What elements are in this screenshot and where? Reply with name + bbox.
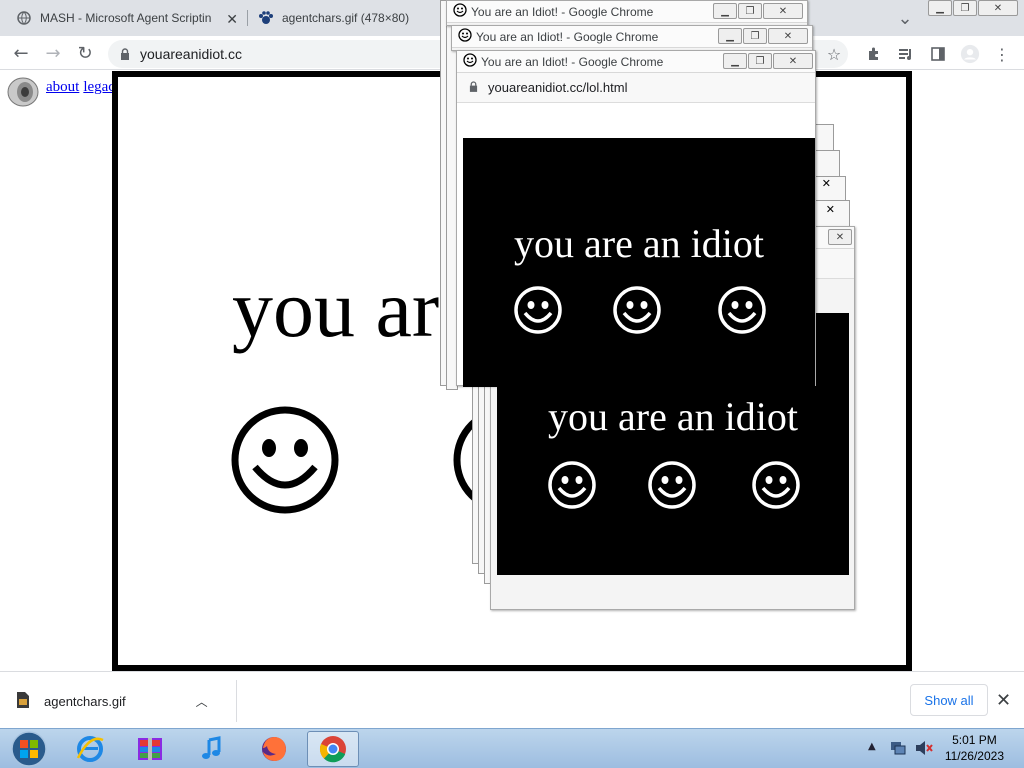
chrome-taskbar-button[interactable] xyxy=(307,731,359,767)
close-icon[interactable]: ✕ xyxy=(773,53,813,69)
minimize-icon[interactable]: ▁ xyxy=(723,53,747,69)
show-hidden-icons-icon[interactable]: ▲ xyxy=(868,741,876,752)
popup-address-bar[interactable]: youareanidiot.cc/lol.html xyxy=(457,73,815,103)
gif-file-icon xyxy=(16,691,30,712)
close-icon[interactable]: ✕ xyxy=(822,177,831,190)
idiot-popup-window: You are an Idiot! - Google Chrome ▁ ❐ ✕ xyxy=(451,25,813,51)
tab-title: MASH - Microsoft Agent Scriptin xyxy=(40,11,212,25)
popup-title: You are an Idiot! - Google Chrome xyxy=(476,29,659,44)
close-download-bar-icon[interactable]: ✕ xyxy=(996,690,1011,711)
volume-muted-icon[interactable] xyxy=(914,739,934,761)
side-panel-icon[interactable] xyxy=(928,44,948,64)
lock-icon xyxy=(469,80,478,95)
smiley-icon xyxy=(231,406,339,514)
clock-date: 11/26/2023 xyxy=(944,749,1004,763)
smiley-icon xyxy=(548,461,596,509)
speaker-icon[interactable] xyxy=(6,76,40,108)
forward-arrow-icon[interactable]: → xyxy=(41,41,65,65)
popup-controls: ▁ ❐ ✕ xyxy=(713,3,803,19)
close-window-icon[interactable]: ✕ xyxy=(978,0,1018,16)
popup-controls: ✕ xyxy=(828,229,852,245)
bookmark-star-icon[interactable]: ☆ xyxy=(824,44,844,64)
tab-agentchars[interactable]: agentchars.gif (478×80) xyxy=(242,0,442,36)
tab-search-chevron-icon[interactable]: ⌄ xyxy=(893,6,917,30)
taskbar: ▲ 5:01 PM 11/26/2023 xyxy=(0,728,1024,768)
system-clock[interactable]: 5:01 PM 11/26/2023 xyxy=(945,732,1004,764)
close-tab-icon[interactable]: ✕ xyxy=(226,11,238,28)
close-icon[interactable]: ✕ xyxy=(826,203,835,216)
clock-time: 5:01 PM xyxy=(952,733,997,747)
popup-title: You are an Idiot! - Google Chrome xyxy=(481,54,664,69)
idiot-popup-window-front: You are an Idiot! - Google Chrome ▁ ❐ ✕ … xyxy=(456,50,816,387)
about-link[interactable]: about xyxy=(46,79,79,95)
idiot-panel: you are an idiot xyxy=(463,138,815,387)
start-button-icon[interactable] xyxy=(2,731,56,767)
tab-mash[interactable]: MASH - Microsoft Agent Scriptin ✕ xyxy=(0,0,246,36)
paw-icon xyxy=(258,10,274,26)
extensions-puzzle-icon[interactable] xyxy=(864,44,884,64)
reload-icon[interactable]: ↻ xyxy=(73,41,97,65)
network-icon[interactable] xyxy=(889,739,907,761)
media-queue-icon[interactable] xyxy=(896,44,916,64)
panel-idiot-text: you are an idiot xyxy=(548,394,798,439)
smiley-favicon-icon xyxy=(463,53,477,70)
kebab-menu-icon[interactable]: ⋮ xyxy=(992,44,1012,64)
download-filename: agentchars.gif xyxy=(44,693,126,709)
archive-app-icon[interactable] xyxy=(124,731,176,767)
close-icon[interactable]: ✕ xyxy=(763,3,803,19)
smiley-icon xyxy=(648,461,696,509)
restore-icon[interactable]: ❐ xyxy=(748,53,772,69)
show-all-button[interactable]: Show all xyxy=(910,684,988,716)
download-separator xyxy=(236,680,237,722)
download-bar: agentchars.gif ︿ Show all ✕ xyxy=(0,671,1024,728)
minimize-icon[interactable]: ▁ xyxy=(713,3,737,19)
lock-icon xyxy=(120,45,130,64)
close-icon[interactable]: ✕ xyxy=(768,28,808,44)
globe-icon xyxy=(16,10,32,26)
internet-explorer-icon[interactable] xyxy=(64,731,116,767)
address-url: youareanidiot.cc xyxy=(140,46,242,62)
smiley-favicon-icon xyxy=(453,3,467,20)
smiley-icon xyxy=(613,286,661,334)
back-arrow-icon[interactable]: ← xyxy=(9,41,33,65)
panel-idiot-text: you are an idiot xyxy=(514,221,764,266)
tab-title: agentchars.gif (478×80) xyxy=(282,11,410,25)
smiley-icon xyxy=(718,286,766,334)
minimize-icon[interactable]: ▁ xyxy=(718,28,742,44)
minimize-icon[interactable]: ▁ xyxy=(928,0,952,16)
close-icon[interactable]: ✕ xyxy=(828,229,852,245)
chrome-icon xyxy=(319,736,346,763)
restore-icon[interactable]: ❐ xyxy=(743,28,767,44)
restore-icon[interactable]: ❐ xyxy=(953,0,977,16)
firefox-icon[interactable] xyxy=(248,731,300,767)
smiley-icon xyxy=(514,286,562,334)
main-window-controls: ▁ ❐ ✕ xyxy=(928,0,1018,16)
download-item[interactable]: agentchars.gif ︿ xyxy=(16,686,208,716)
itunes-music-icon[interactable] xyxy=(186,731,238,767)
chevron-up-icon[interactable]: ︿ xyxy=(196,693,208,710)
popup-url: youareanidiot.cc/lol.html xyxy=(488,80,628,95)
restore-icon[interactable]: ❐ xyxy=(738,3,762,19)
popup-title: You are an Idiot! - Google Chrome xyxy=(471,4,654,19)
smiley-favicon-icon xyxy=(458,28,472,45)
popup-controls: ▁ ❐ ✕ xyxy=(718,28,808,44)
smiley-icon xyxy=(752,461,800,509)
profile-avatar-icon[interactable] xyxy=(960,44,980,64)
idiot-popup-window: You are an Idiot! - Google Chrome ▁ ❐ ✕ xyxy=(446,0,808,26)
popup-controls: ▁ ❐ ✕ xyxy=(723,53,813,69)
